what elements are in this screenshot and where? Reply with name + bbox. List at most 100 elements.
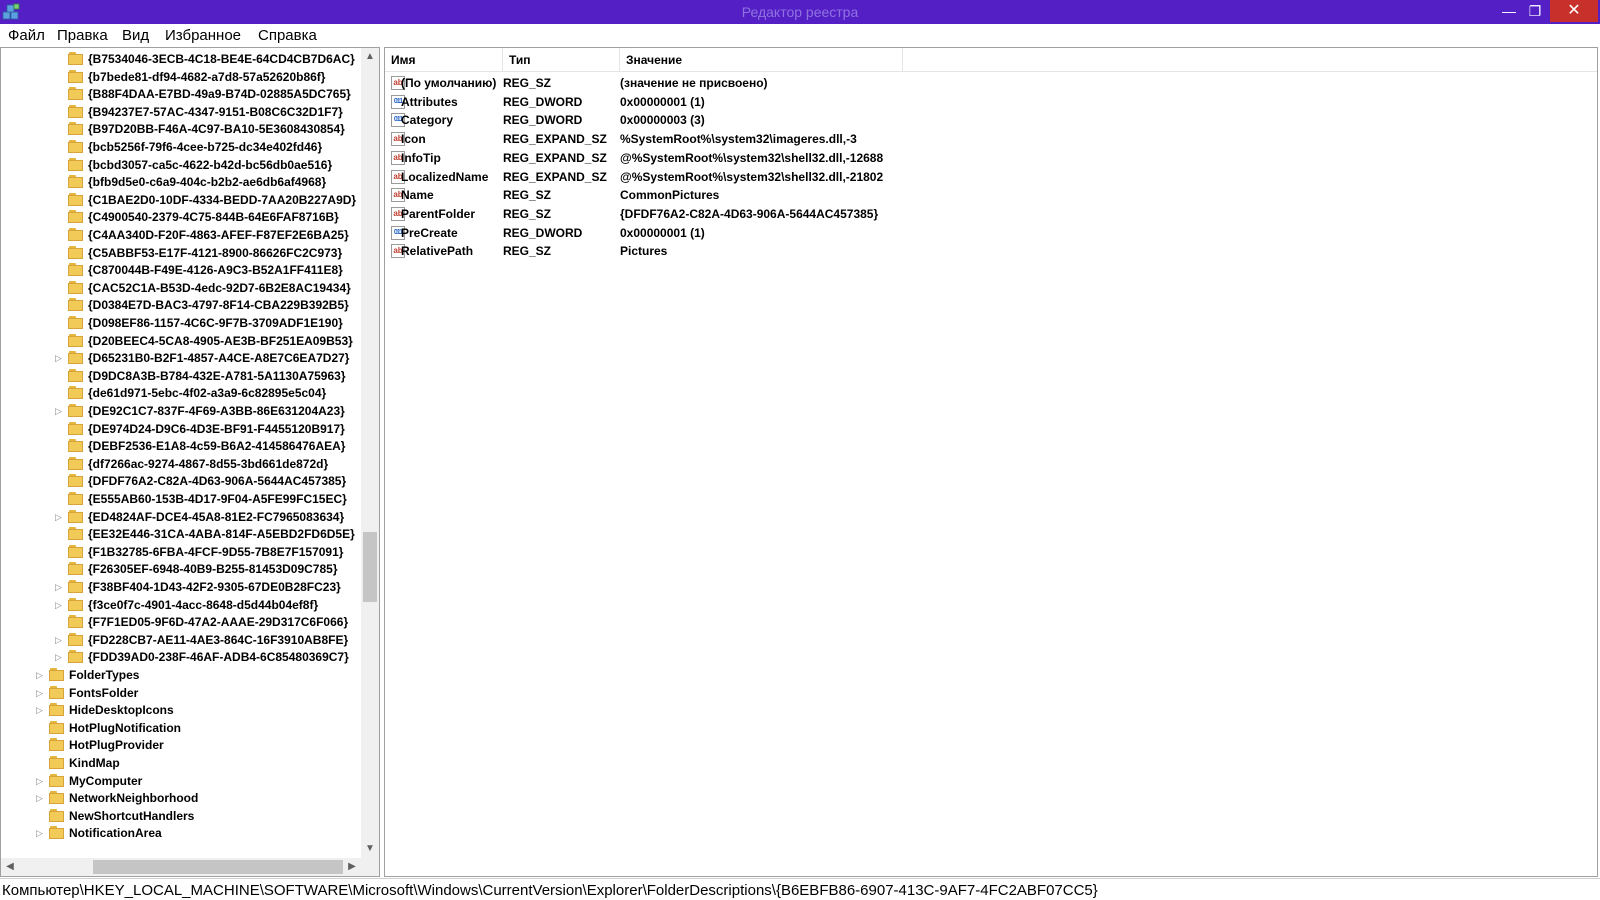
tree-item[interactable]: {D098EF86-1157-4C6C-9F7B-3709ADF1E190} [1,314,359,332]
expand-arrow-icon[interactable]: ▷ [36,704,46,716]
menu-view[interactable]: Вид [122,27,149,44]
tree-item[interactable]: ▷ {FD228CB7-AE11-4AE3-864C-16F3910AB8FE} [1,631,359,649]
tree-item[interactable]: ▷ NotificationArea [1,824,359,842]
tree-item[interactable]: {C870044B-F49E-4126-A9C3-B52A1FF411E8} [1,261,359,279]
menu-bar: Файл Правка Вид Избранное Справка [0,24,1600,46]
tree-item[interactable]: {b7bede81-df94-4682-a7d8-57a52620b86f} [1,68,359,86]
expand-arrow-icon[interactable]: ▷ [55,651,65,663]
value-row[interactable]: 011 Attributes REG_DWORD 0x00000001 (1) [385,93,1597,111]
tree-item[interactable]: ▷ {FDD39AD0-238F-46AF-ADB4-6C85480369C7} [1,648,359,666]
scroll-up-arrow-icon[interactable]: ▲ [361,48,379,66]
tree-item[interactable]: HotPlugNotification [1,719,359,737]
tree-item[interactable]: {DE974D24-D9C6-4D3E-BF91-F4455120B917} [1,420,359,438]
expand-arrow-icon[interactable]: ▷ [55,511,65,523]
scroll-down-arrow-icon[interactable]: ▼ [361,840,379,858]
tree-item[interactable]: {bcb5256f-79f6-4cee-b725-dc34e402fd46} [1,138,359,156]
menu-help[interactable]: Справка [258,27,317,44]
column-header-type[interactable]: Тип [503,48,620,72]
close-button[interactable]: ✕ [1550,0,1598,22]
tree-item[interactable]: ▷ FontsFolder [1,684,359,702]
expand-arrow-icon[interactable]: ▷ [55,634,65,646]
expand-arrow-icon[interactable]: ▷ [36,669,46,681]
registry-values-pane[interactable]: Имя Тип Значение ab (По умолчанию) REG_SZ(… [384,47,1598,877]
tree-item-label: {bcbd3057-ca5c-4622-b42d-bc56db0ae516} [88,157,333,172]
tree-item-label: {D20BEEC4-5CA8-4905-AE3B-BF251EA09B53} [88,333,353,348]
expand-arrow-icon[interactable]: ▷ [36,827,46,839]
tree-item-label: {b7bede81-df94-4682-a7d8-57a52620b86f} [88,69,326,84]
value-data: Pictures [620,244,668,259]
expand-arrow-icon[interactable]: ▷ [36,687,46,699]
tree-item[interactable]: {C4900540-2379-4C75-844B-64E6FAF8716B} [1,208,359,226]
maximize-button[interactable]: ❐ [1522,0,1548,22]
tree-item[interactable]: {E555AB60-153B-4D17-9F04-A5FE99FC15EC} [1,490,359,508]
vertical-scroll-thumb[interactable] [363,532,377,602]
tree-item[interactable]: ▷ MyComputer [1,772,359,790]
scroll-right-arrow-icon[interactable]: ▶ [343,858,361,876]
tree-item[interactable]: NewShortcutHandlers [1,807,359,825]
tree-item[interactable]: {F26305EF-6948-40B9-B255-81453D09C785} [1,560,359,578]
title-bar[interactable]: Редактор реестра — ❐ ✕ [0,0,1600,24]
tree-item[interactable]: {D9DC8A3B-B784-432E-A781-5A1130A75963} [1,367,359,385]
value-row[interactable]: ab (По умолчанию) REG_SZ (значение не присв… [385,74,1597,92]
tree-item[interactable]: {df7266ac-9274-4867-8d55-3bd661de872d} [1,455,359,473]
value-row[interactable]: ab InfoTip REG_EXPAND_SZ @%SystemRoot%\syst… [385,149,1597,167]
tree-item[interactable]: KindMap [1,754,359,772]
tree-item[interactable]: {B88F4DAA-E7BD-49a9-B74D-02885A5DC765} [1,85,359,103]
expand-arrow-icon[interactable]: ▷ [55,405,65,417]
tree-item[interactable]: {bfb9d5e0-c6a9-404c-b2b2-ae6db6af4968} [1,173,359,191]
column-header-name[interactable]: Имя [385,48,503,72]
tree-item[interactable]: ▷ {D65231B0-B2F1-4857-A4CE-A8E7C6EA7D27} [1,349,359,367]
value-row[interactable]: ab Name REG_SZ CommonPictures [385,186,1597,204]
tree-item[interactable]: ▷ {DE92C1C7-837F-4F69-A3BB-86E631204A23} [1,402,359,420]
tree-item[interactable]: {CAC52C1A-B53D-4edc-92D7-6B2E8AC19434} [1,279,359,297]
tree-item[interactable]: {EE32E446-31CA-4ABA-814F-A5EBD2FD6D5E} [1,525,359,543]
tree-item[interactable]: {F1B32785-6FBA-4FCF-9D55-7B8E7F157091} [1,543,359,561]
value-row[interactable]: ab RelativePath REG_SZ Pictures [385,242,1597,260]
value-data: 0x00000001 (1) [620,225,705,240]
tree-item[interactable]: {F7F1ED05-9F6D-47A2-AAAE-29D317C6F066} [1,613,359,631]
tree-item[interactable]: {B97D20BB-F46A-4C97-BA10-5E3608430854} [1,120,359,138]
tree-item[interactable]: ▷ {ED4824AF-DCE4-45A8-81E2-FC7965083634} [1,508,359,526]
tree-item[interactable]: HotPlugProvider [1,736,359,754]
tree-item[interactable]: ▷ {f3ce0f7c-4901-4acc-8648-d5d44b04ef8f} [1,596,359,614]
horizontal-scroll-thumb[interactable] [93,860,343,874]
tree-item[interactable]: {de61d971-5ebc-4f02-a3a9-6c82895e5c04} [1,384,359,402]
menu-favorites[interactable]: Избранное [165,27,241,44]
minimize-button[interactable]: — [1496,0,1522,22]
expand-arrow-icon[interactable]: ▷ [36,775,46,787]
expand-arrow-icon[interactable]: ▷ [55,599,65,611]
value-row[interactable]: ab LocalizedName REG_EXPAND_SZ @%SystemRoot… [385,168,1597,186]
folder-icon [68,333,83,347]
tree-item[interactable]: {D20BEEC4-5CA8-4905-AE3B-BF251EA09B53} [1,332,359,350]
tree-item[interactable]: {bcbd3057-ca5c-4622-b42d-bc56db0ae516} [1,156,359,174]
tree-item[interactable]: ▷ FolderTypes [1,666,359,684]
tree-item[interactable]: {D0384E7D-BAC3-4797-8F14-CBA229B392B5} [1,296,359,314]
tree-item-label: {D9DC8A3B-B784-432E-A781-5A1130A75963} [88,368,346,383]
value-row[interactable]: ab ParentFolder REG_SZ {DFDF76A2-C82A-4D63-… [385,205,1597,223]
menu-edit[interactable]: Правка [57,27,108,44]
tree-horizontal-scrollbar[interactable]: ◀ ▶ [1,858,361,876]
tree-item[interactable]: {C1BAE2D0-10DF-4334-BEDD-7AA20B227A9D} [1,191,359,209]
value-row[interactable]: 011 PreCreate REG_DWORD 0x00000001 (1) [385,224,1597,242]
tree-item[interactable]: ▷ NetworkNeighborhood [1,789,359,807]
tree-vertical-scrollbar[interactable]: ▲ ▼ [361,48,379,858]
tree-item[interactable]: {B7534046-3ECB-4C18-BE4E-64CD4CB7D6AC} [1,50,359,68]
tree-item[interactable]: {DFDF76A2-C82A-4D63-906A-5644AC457385} [1,472,359,490]
registry-tree-pane[interactable]: {B7534046-3ECB-4C18-BE4E-64CD4CB7D6AC} {b… [0,47,380,877]
value-type: REG_EXPAND_SZ [503,169,607,184]
value-row[interactable]: ab Icon REG_EXPAND_SZ %SystemRoot%\system32… [385,130,1597,148]
tree-item[interactable]: {DEBF2536-E1A8-4c59-B6A2-414586476AEA} [1,437,359,455]
expand-arrow-icon[interactable]: ▷ [55,581,65,593]
tree-item[interactable]: {B94237E7-57AC-4347-9151-B08C6C32D1F7} [1,103,359,121]
value-row[interactable]: 011 Category REG_DWORD 0x00000003 (3) [385,111,1597,129]
expand-arrow-icon[interactable]: ▷ [55,352,65,364]
tree-item[interactable]: ▷ {F38BF404-1D43-42F2-9305-67DE0B28FC23} [1,578,359,596]
menu-file[interactable]: Файл [8,27,45,44]
tree-item[interactable]: {C4AA340D-F20F-4863-AFEF-F87EF2E6BA25} [1,226,359,244]
column-header-value[interactable]: Значение [620,48,903,72]
folder-icon [68,140,83,153]
expand-arrow-icon[interactable]: ▷ [36,792,46,804]
tree-item[interactable]: {C5ABBF53-E17F-4121-8900-86626FC2C973} [1,244,359,262]
tree-item[interactable]: ▷ HideDesktopIcons [1,701,359,719]
scroll-left-arrow-icon[interactable]: ◀ [1,858,19,876]
